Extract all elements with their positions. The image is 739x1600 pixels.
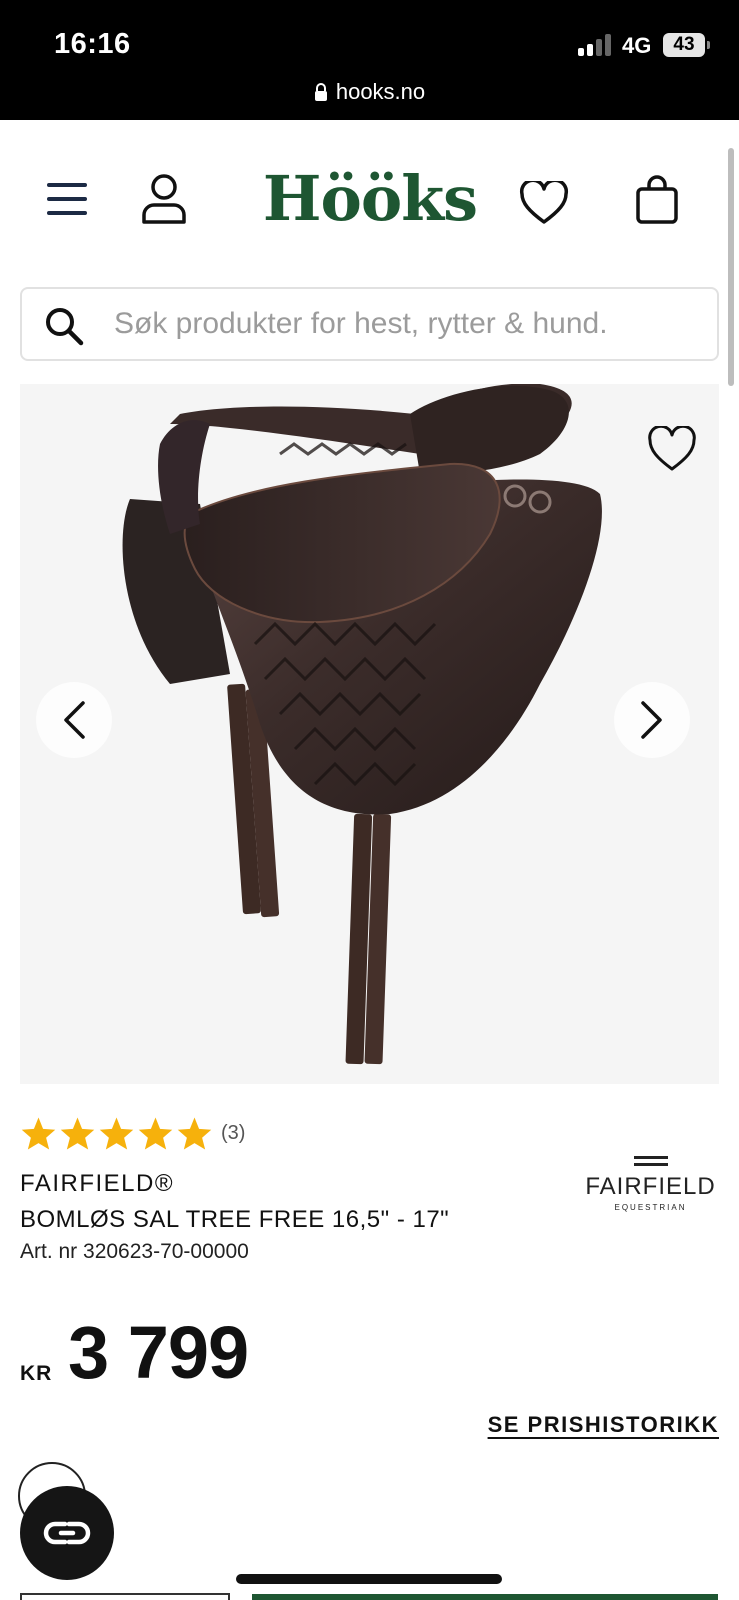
site-logo[interactable]: Hööks <box>250 162 490 235</box>
product-image-gallery[interactable] <box>20 384 719 1084</box>
menu-button[interactable] <box>44 176 90 222</box>
add-to-wishlist-button[interactable] <box>647 424 697 477</box>
account-button[interactable] <box>138 172 190 226</box>
next-image-button[interactable] <box>614 682 690 758</box>
product-price: 3 799 <box>68 1311 249 1394</box>
address-bar[interactable]: hooks.no <box>0 76 739 108</box>
article-number: Art. nr 320623-70-00000 <box>20 1240 249 1263</box>
page-scrollbar[interactable] <box>728 148 734 386</box>
star-icon <box>21 1117 56 1150</box>
product-rating[interactable]: (3) <box>20 1116 245 1151</box>
url-text: hooks.no <box>335 79 426 104</box>
shopping-bag-icon <box>636 175 678 224</box>
add-to-cart-button[interactable] <box>252 1594 718 1600</box>
battery-nub <box>707 41 710 49</box>
review-count[interactable]: (3) <box>221 1122 245 1145</box>
star-icon <box>60 1117 95 1150</box>
heart-icon <box>648 424 696 471</box>
chevron-left-icon <box>64 701 85 739</box>
battery-indicator: 43 <box>663 33 705 57</box>
brand-logo[interactable]: FAIRFIELD EQUESTRIAN <box>578 1155 723 1215</box>
site-header: Hööks <box>0 120 739 280</box>
home-indicator[interactable] <box>236 1574 502 1584</box>
brand-logo-subtext: EQUESTRIAN <box>614 1203 687 1212</box>
status-bar: 16:16 4G 43 hooks.no <box>0 0 739 120</box>
chat-button[interactable] <box>20 1486 114 1580</box>
product-title: BOMLØS SAL TREE FREE 16,5" - 17" <box>20 1206 450 1233</box>
status-time: 16:16 <box>54 28 131 60</box>
wishlist-button[interactable] <box>518 180 570 226</box>
star-icon <box>177 1117 212 1150</box>
quantity-selector[interactable] <box>20 1593 230 1600</box>
lock-icon <box>314 83 328 101</box>
star-icon <box>138 1117 173 1150</box>
search-box <box>20 287 719 361</box>
search-icon[interactable] <box>44 306 84 351</box>
account-icon <box>142 174 186 224</box>
star-icon <box>99 1117 134 1150</box>
cart-button[interactable] <box>634 174 680 226</box>
chevron-right-icon <box>641 701 662 739</box>
menu-icon <box>47 183 87 215</box>
signal-strength-icon <box>578 34 614 56</box>
heart-icon <box>519 181 569 224</box>
brand-logo-mark <box>633 1156 668 1166</box>
product-image <box>122 384 602 1065</box>
price-history-link[interactable]: SE PRISHISTORIKK <box>488 1412 719 1438</box>
search-input[interactable] <box>114 289 704 359</box>
product-brand[interactable]: FAIRFIELD® <box>20 1170 174 1198</box>
chat-icon <box>43 1521 91 1545</box>
brand-logo-text: FAIRFIELD <box>585 1173 716 1200</box>
price-currency: KR <box>20 1362 53 1385</box>
previous-image-button[interactable] <box>36 682 112 758</box>
network-type: 4G <box>622 33 652 58</box>
